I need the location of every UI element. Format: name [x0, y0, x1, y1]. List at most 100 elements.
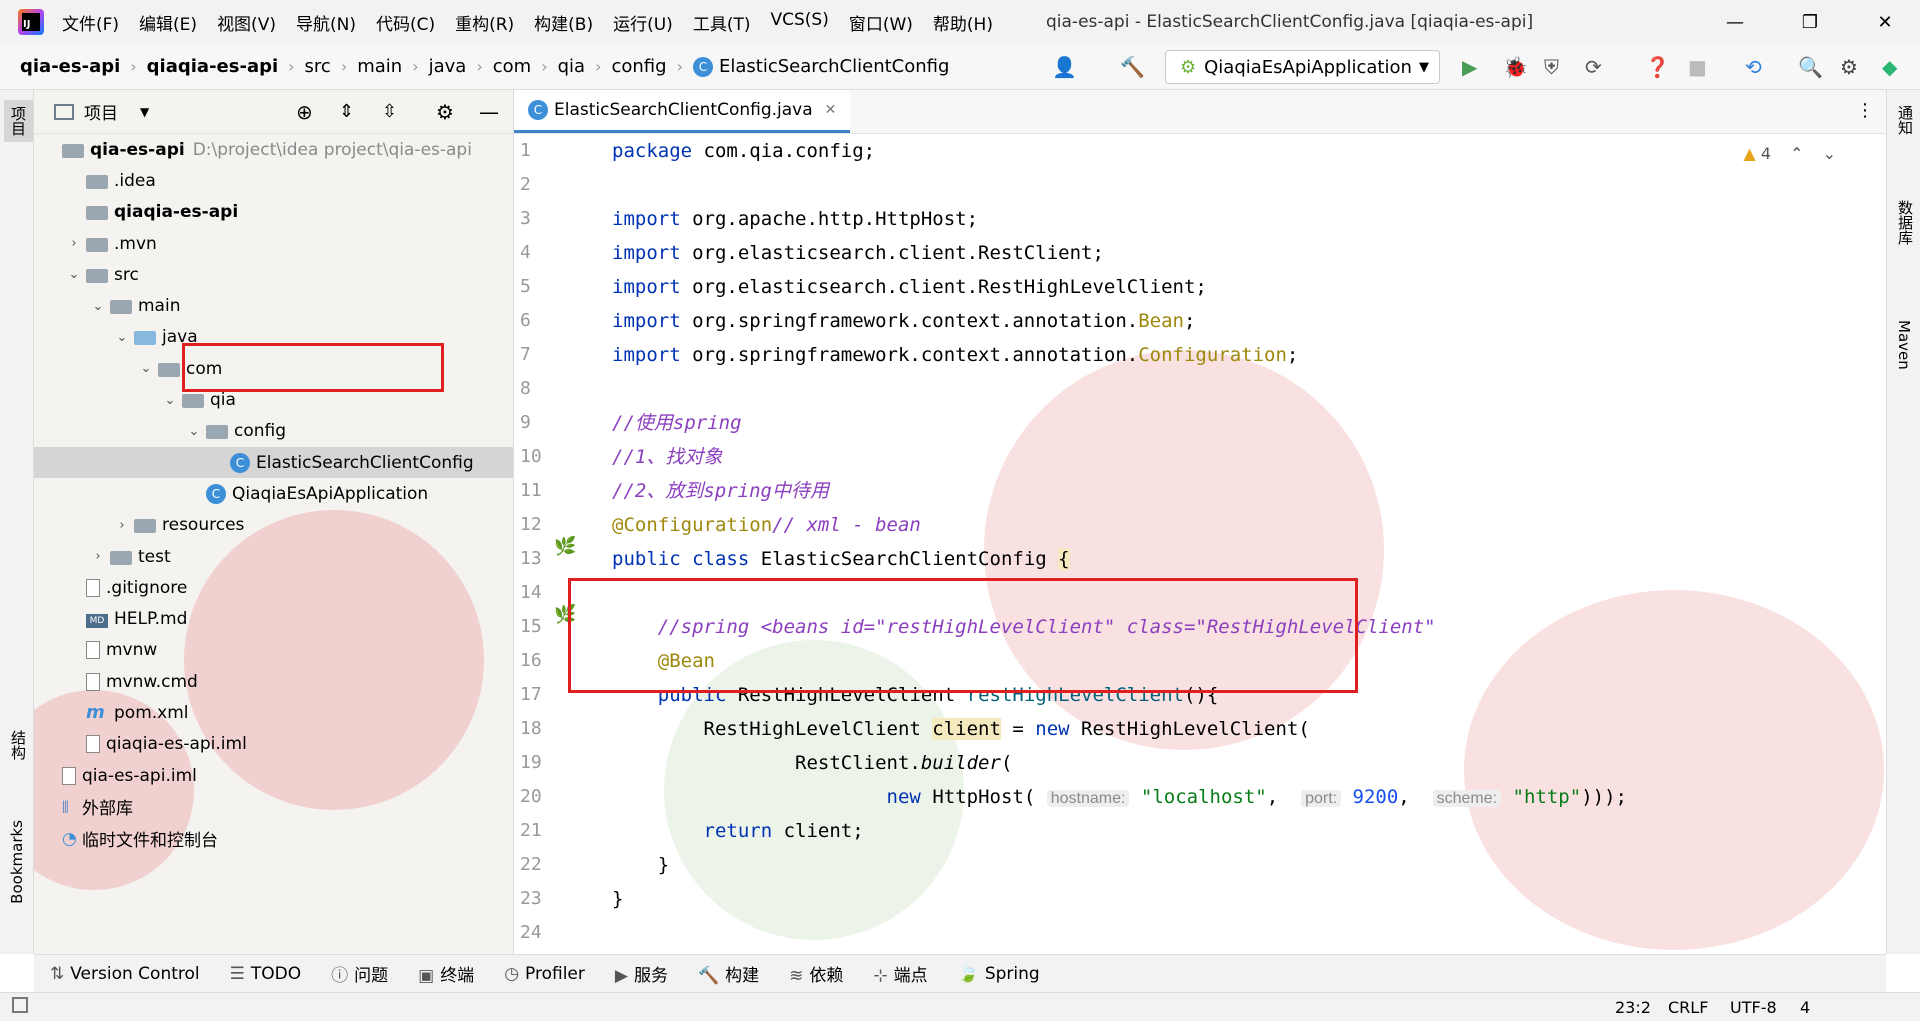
structure-tool-tab[interactable]: 结构 — [8, 730, 29, 760]
menu-item[interactable]: 运行(U) — [613, 10, 673, 35]
breadcrumb-item[interactable]: qia-es-api — [20, 56, 120, 77]
bottom-tool-button[interactable]: ▣ 终端 — [418, 961, 474, 986]
expand-arrow-icon[interactable]: › — [110, 518, 134, 533]
expand-arrow-icon[interactable]: › — [86, 549, 110, 564]
breadcrumb-item[interactable]: qiaqia-es-api — [147, 56, 278, 77]
expand-arrow-icon[interactable]: ⌄ — [110, 330, 134, 345]
tree-item[interactable]: ⫴ 外部库 — [34, 791, 513, 822]
menu-item[interactable]: 工具(T) — [693, 10, 751, 35]
tree-item[interactable]: ⌄ src — [34, 259, 513, 290]
breadcrumb-item[interactable]: qia — [558, 56, 585, 77]
menu-item[interactable]: 帮助(H) — [933, 10, 993, 35]
database-tool-tab[interactable]: 数据库 — [1895, 200, 1916, 245]
breadcrumb-item[interactable]: src — [305, 56, 331, 77]
build-hammer-icon[interactable]: 🔨 — [1120, 56, 1145, 78]
expand-arrow-icon[interactable]: ⌄ — [158, 393, 182, 408]
options-gear-icon[interactable]: ⚙ — [436, 100, 454, 124]
debug-icon[interactable]: 🐞 — [1503, 56, 1528, 78]
toggle-panels-icon[interactable] — [12, 997, 28, 1013]
breadcrumb-item[interactable]: main — [357, 56, 402, 77]
menu-item[interactable]: 窗口(W) — [849, 10, 913, 35]
tree-item[interactable]: › resources — [34, 510, 513, 541]
editor-tab[interactable]: C ElasticSearchClientConfig.java ✕ — [514, 90, 851, 133]
tree-item[interactable]: qiaqia-es-api.iml — [34, 729, 513, 760]
locate-icon[interactable]: ⊕ — [296, 100, 313, 124]
inspection-widget[interactable]: ▲ 4 ⌃ ⌄ — [1743, 144, 1836, 163]
file-encoding[interactable]: UTF-8 — [1730, 998, 1777, 1017]
search-icon[interactable]: 🔍 — [1798, 56, 1823, 78]
tree-item[interactable]: ⌄ main — [34, 290, 513, 321]
bottom-tool-button[interactable]: 🍃 Spring — [958, 964, 1040, 984]
intellij-logo-icon[interactable]: IJ — [18, 9, 44, 35]
previous-highlight-icon[interactable]: ⌃ — [1790, 144, 1803, 163]
expand-arrow-icon[interactable]: ⌄ — [182, 424, 206, 439]
tree-item[interactable]: ⌄ config — [34, 416, 513, 447]
menu-item[interactable]: 编辑(E) — [139, 10, 197, 35]
tree-item[interactable]: mvnw.cmd — [34, 666, 513, 697]
bean-gutter-icon[interactable]: 🌿 — [554, 536, 576, 557]
stop-icon[interactable]: ■ — [1688, 56, 1707, 78]
code-area[interactable]: package com.qia.config; import org.apach… — [612, 134, 1627, 950]
next-highlight-icon[interactable]: ⌄ — [1823, 144, 1836, 163]
more-tabs-icon[interactable]: ⋮ — [1856, 100, 1874, 121]
tree-item[interactable]: MD HELP.md — [34, 603, 513, 634]
tree-item[interactable]: qia-es-api.iml — [34, 760, 513, 791]
bottom-tool-button[interactable]: ≋ 依赖 — [789, 961, 843, 986]
notifications-tool-tab[interactable]: 通知 — [1895, 105, 1916, 135]
toolbox-icon[interactable]: ◆ — [1882, 56, 1897, 78]
menu-item[interactable]: 代码(C) — [376, 10, 435, 35]
indent-setting[interactable]: 4 — [1800, 998, 1810, 1017]
expand-arrow-icon[interactable]: ⌄ — [62, 267, 86, 282]
expand-arrow-icon[interactable]: › — [62, 236, 86, 251]
update-icon[interactable]: ⟲ — [1745, 56, 1762, 78]
menu-item[interactable]: 文件(F) — [62, 10, 119, 35]
breadcrumb-item[interactable]: config — [611, 56, 666, 77]
breadcrumb-item[interactable]: java — [429, 56, 467, 77]
run-icon[interactable]: ▶ — [1462, 56, 1477, 78]
tree-item[interactable]: .idea — [34, 165, 513, 196]
breadcrumb-item[interactable]: ElasticSearchClientConfig — [719, 56, 949, 77]
hide-panel-icon[interactable]: — — [479, 100, 499, 124]
tree-item[interactable]: › .mvn — [34, 228, 513, 259]
tree-item[interactable]: › test — [34, 541, 513, 572]
tree-item[interactable]: qia-es-api D:\project\idea project\qia-es… — [34, 134, 513, 165]
menu-item[interactable]: 视图(V) — [217, 10, 276, 35]
bottom-tool-button[interactable]: ▶ 服务 — [615, 961, 668, 986]
tree-item[interactable]: C ElasticSearchClientConfig — [34, 446, 513, 479]
close-tab-icon[interactable]: ✕ — [825, 102, 837, 118]
expand-arrow-icon[interactable]: ⌄ — [134, 361, 158, 376]
bookmarks-tool-tab[interactable]: Bookmarks — [8, 820, 26, 904]
menu-item[interactable]: VCS(S) — [770, 10, 828, 35]
project-tool-tab[interactable]: 项目 — [4, 100, 33, 142]
caret-position[interactable]: 23:2 — [1615, 998, 1651, 1017]
bottom-tool-button[interactable]: 🔨 构建 — [698, 961, 759, 986]
tree-item[interactable]: m pom.xml — [34, 697, 513, 728]
breadcrumb-item[interactable]: com — [493, 56, 531, 77]
bottom-tool-button[interactable]: ◷ Profiler — [504, 964, 585, 984]
minimize-button[interactable]: — — [1700, 0, 1770, 44]
maximize-button[interactable]: ❐ — [1775, 0, 1845, 44]
expand-all-icon[interactable]: ⇕ — [339, 101, 354, 122]
menu-item[interactable]: 重构(R) — [455, 10, 514, 35]
close-button[interactable]: ✕ — [1850, 0, 1920, 44]
run-configuration-select[interactable]: ⚙ QiaqiaEsApiApplication ▼ — [1165, 50, 1440, 84]
tree-item[interactable]: ◔ 临时文件和控制台 — [34, 823, 513, 854]
tree-item[interactable]: mvnw — [34, 635, 513, 666]
bottom-tool-button[interactable]: ⊹ 端点 — [873, 961, 927, 986]
menu-item[interactable]: 导航(N) — [296, 10, 356, 35]
settings-gear-icon[interactable]: ⚙ — [1840, 56, 1858, 78]
menu-item[interactable]: 构建(B) — [534, 10, 593, 35]
bottom-tool-button[interactable]: ⇅ Version Control — [50, 964, 200, 984]
tree-item[interactable]: .gitignore — [34, 572, 513, 603]
chevron-down-icon[interactable]: ▼ — [140, 105, 149, 119]
profile-icon[interactable]: ⟳ — [1585, 56, 1602, 78]
expand-arrow-icon[interactable]: ⌄ — [86, 299, 110, 314]
help-icon[interactable]: ❓ — [1645, 56, 1670, 78]
collapse-all-icon[interactable]: ⇳ — [382, 101, 397, 122]
tree-item[interactable]: C QiaqiaEsApiApplication — [34, 478, 513, 509]
bottom-tool-button[interactable]: ⓘ 问题 — [331, 961, 388, 986]
maven-tool-tab[interactable]: Maven — [1895, 320, 1913, 370]
tree-item[interactable]: qiaqia-es-api — [34, 197, 513, 228]
bottom-tool-button[interactable]: ☰ TODO — [230, 964, 302, 984]
project-view-select[interactable]: 项目 — [84, 99, 118, 124]
